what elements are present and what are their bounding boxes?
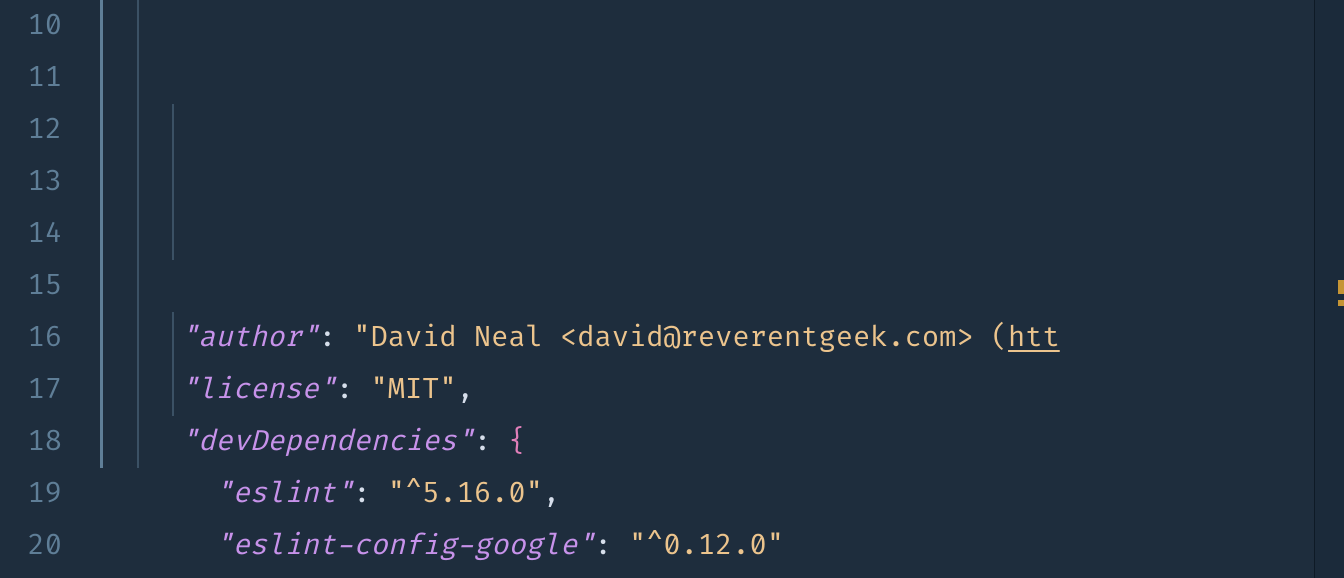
code-line[interactable]: "eslint": "^5.16.0",: [82, 468, 1344, 520]
token-key: "license": [181, 372, 336, 407]
token-brace: {: [508, 424, 525, 459]
token-punct: ,: [457, 372, 474, 407]
token-link[interactable]: htt: [1008, 320, 1060, 355]
token-str: "^5.16.0": [388, 476, 543, 511]
line-number: 17: [0, 364, 62, 416]
gutter-change-marker: [1338, 300, 1344, 306]
token-whitespace: [112, 320, 181, 355]
line-number: 10: [0, 0, 62, 52]
line-number: 15: [0, 260, 62, 312]
token-punct: :: [594, 528, 628, 563]
gutter-change-marker: [1338, 280, 1344, 294]
token-key: "eslint": [215, 476, 353, 511]
line-number: 20: [0, 520, 62, 572]
token-key: "devDependencies": [181, 424, 474, 459]
line-number: 19: [0, 468, 62, 520]
line-number-gutter: 1011121314151617181920: [0, 0, 82, 578]
code-line[interactable]: "devDependencies": {: [82, 416, 1344, 468]
token-punct: :: [474, 424, 508, 459]
code-area[interactable]: "author": "David Neal <david@reverentgee…: [82, 0, 1344, 578]
token-punct: ,: [543, 476, 560, 511]
token-key: "author": [181, 320, 319, 355]
token-whitespace: [112, 476, 215, 511]
code-editor[interactable]: 1011121314151617181920 "author": "David …: [0, 0, 1344, 578]
token-whitespace: [112, 424, 181, 459]
line-number: 11: [0, 52, 62, 104]
line-number: 18: [0, 416, 62, 468]
token-str: "^0.12.0": [629, 528, 784, 563]
code-line[interactable]: "eslint-config-google": "^0.12.0": [82, 520, 1344, 572]
token-str: "David Neal <david@reverentgeek.com> (: [353, 320, 1008, 355]
line-number: 13: [0, 156, 62, 208]
token-str: "MIT": [370, 372, 456, 407]
token-punct: :: [319, 320, 353, 355]
scrollbar-track[interactable]: [1314, 0, 1344, 578]
token-key: "eslint-config-google": [215, 528, 594, 563]
line-number: 16: [0, 312, 62, 364]
code-line[interactable]: "license": "MIT",: [82, 364, 1344, 416]
indent-guide: [172, 104, 174, 260]
line-number: 14: [0, 208, 62, 260]
token-whitespace: [112, 372, 181, 407]
token-whitespace: [112, 528, 215, 563]
code-line[interactable]: "author": "David Neal <david@reverentgee…: [82, 312, 1344, 364]
token-punct: :: [336, 372, 370, 407]
token-punct: :: [353, 476, 387, 511]
code-line[interactable]: },: [82, 572, 1344, 578]
line-number: 12: [0, 104, 62, 156]
